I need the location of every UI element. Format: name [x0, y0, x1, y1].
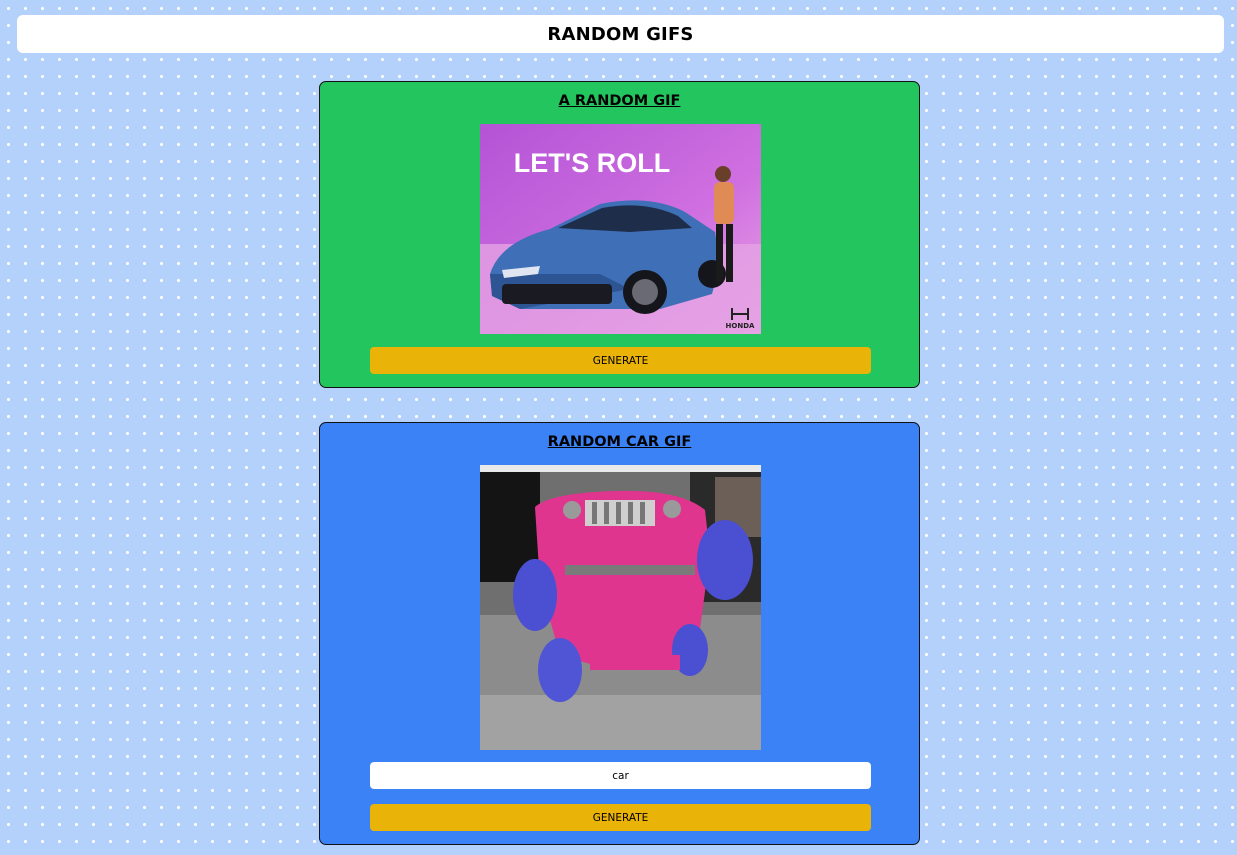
random-gif-generate-button[interactable]: GENERATE — [370, 347, 871, 374]
tag-gif-image — [480, 465, 761, 750]
tag-search-input[interactable] — [370, 762, 871, 789]
gif-caption-text: LET'S ROLL — [514, 148, 670, 178]
random-gif-image: LET'S ROLL HONDA — [480, 124, 761, 334]
tag-gif-card: RANDOM CAR GIF car GENERATE — [319, 422, 920, 845]
gif-brand-text: HONDA — [726, 322, 755, 330]
tag-gif-generate-button[interactable]: GENERATE — [370, 804, 871, 831]
page-title: RANDOM GIFS — [547, 23, 694, 45]
random-gif-title: A RANDOM GIF — [558, 93, 681, 109]
page-header: RANDOM GIFS — [17, 15, 1224, 53]
tag-gif-title: RANDOM CAR GIF — [547, 434, 692, 450]
random-gif-card: A RANDOM GIF LET'S ROLL HONDA GENERATE — [319, 81, 920, 388]
